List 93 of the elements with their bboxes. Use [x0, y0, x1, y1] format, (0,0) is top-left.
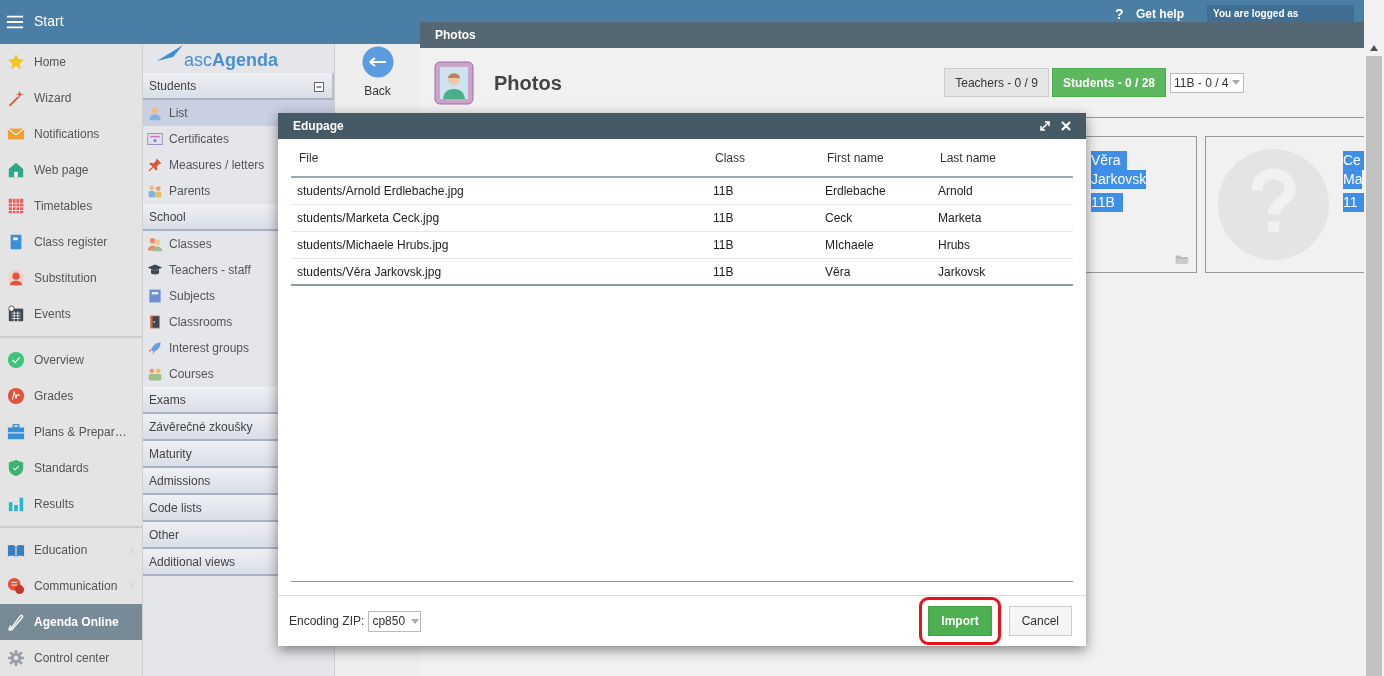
- table-cell: students/Věra Jarkovsk.jpg: [297, 264, 442, 279]
- door-icon: [147, 314, 163, 330]
- sidebar-item[interactable]: Substitution: [0, 260, 142, 296]
- bar-chart-icon: [7, 495, 25, 513]
- help-link[interactable]: Get help: [1136, 8, 1184, 20]
- sidebar-item[interactable]: Home: [0, 44, 142, 80]
- table-cell: 11B: [713, 238, 734, 252]
- nav-item[interactable]: Subjects: [143, 283, 334, 309]
- chevron-right-icon: [128, 545, 134, 555]
- people-icon: [147, 183, 163, 199]
- sidebar-item[interactable]: Results: [0, 486, 142, 522]
- encoding-label: Encoding ZIP:: [289, 613, 365, 630]
- expand-icon[interactable]: [1040, 121, 1050, 131]
- column-header: File: [299, 150, 319, 165]
- table-cell: Jarkovsk: [938, 264, 986, 279]
- table-cell: 11B: [713, 184, 734, 198]
- scroll-thumb[interactable]: [1366, 56, 1382, 676]
- caret-icon: [411, 618, 420, 624]
- table-cell: Ceck: [825, 211, 853, 225]
- sidebar-item[interactable]: Events: [0, 296, 142, 332]
- rocket-icon: [147, 340, 163, 356]
- table-cell: Věra: [825, 264, 851, 279]
- table-cell: MIchaele: [825, 238, 874, 252]
- logo: ascAgenda: [184, 51, 279, 69]
- login-panel: You are logged as: [1207, 5, 1354, 22]
- section-header[interactable]: Students: [143, 73, 334, 100]
- gear-icon: [7, 649, 25, 667]
- person-icon: [7, 269, 25, 287]
- cancel-button[interactable]: Cancel: [1008, 606, 1072, 636]
- scrollbar[interactable]: [1364, 0, 1384, 676]
- sidebar-item[interactable]: Control center: [0, 640, 142, 676]
- sidebar-item[interactable]: Grades: [0, 378, 142, 414]
- column-header: Class: [715, 150, 745, 165]
- encoding-select[interactable]: cp850: [368, 610, 422, 632]
- wand-icon: [7, 89, 25, 107]
- scroll-up-icon[interactable]: [1369, 44, 1379, 52]
- student-last-name: Jarkovsk: [1091, 170, 1147, 189]
- page-heading: Photos: [494, 70, 562, 96]
- sidebar-item[interactable]: Notifications: [0, 116, 142, 152]
- sidebar-item[interactable]: Class register: [0, 224, 142, 260]
- table-cell: Hrubs: [938, 238, 970, 252]
- table-cell: Marketa: [938, 211, 982, 225]
- nav-item[interactable]: Classrooms: [143, 309, 334, 335]
- column-header: Last name: [940, 150, 997, 165]
- table-cell: students/Michaele Hrubs.jpg: [297, 238, 449, 252]
- sidebar-item[interactable]: Overview: [0, 342, 142, 378]
- tab[interactable]: Teachers - 0 / 9: [944, 68, 1049, 97]
- chevron-right-icon: [128, 581, 134, 591]
- help-icon: ?: [1115, 7, 1124, 21]
- table-cell: Arnold: [938, 184, 973, 198]
- briefcase-icon: [7, 423, 25, 441]
- student-class: 11: [1343, 193, 1364, 212]
- sidebar-item[interactable]: Agenda Online: [0, 604, 142, 640]
- sidebar-item[interactable]: Wizard: [0, 80, 142, 116]
- student-first-name: Věra: [1091, 151, 1127, 170]
- sidebar-item[interactable]: Web page: [0, 152, 142, 188]
- book-icon: [147, 288, 163, 304]
- table-cell: Erdlebache: [825, 184, 886, 198]
- sidebar-item[interactable]: Plans & Prepar…: [0, 414, 142, 450]
- caret-icon: [1232, 80, 1241, 85]
- calendar-icon: [7, 305, 25, 323]
- check-icon: [7, 351, 25, 369]
- window-title: Photos: [420, 22, 1364, 48]
- back-button[interactable]: Back: [361, 46, 394, 100]
- sidebar-item[interactable]: Standards: [0, 450, 142, 486]
- close-icon[interactable]: [1061, 121, 1071, 131]
- certificate-icon: [147, 131, 163, 147]
- sidebar-item[interactable]: Timetables: [0, 188, 142, 224]
- portrait-frame-icon: [434, 60, 474, 105]
- class-select[interactable]: 11B - 0 / 4: [1170, 72, 1244, 93]
- pin-icon: [147, 157, 163, 173]
- nav-item[interactable]: Interest groups: [143, 335, 334, 361]
- column-header: First name: [827, 150, 884, 165]
- table-cell: 11B: [713, 211, 734, 225]
- sidebar-item[interactable]: Communication: [0, 568, 142, 604]
- grade-icon: [7, 387, 25, 405]
- people-icon: [147, 366, 163, 382]
- house-icon: [7, 161, 25, 179]
- star-icon: [7, 53, 25, 71]
- student-class: 11B: [1091, 193, 1123, 212]
- sidebar-item[interactable]: Education: [0, 532, 142, 568]
- people-icon: [147, 236, 163, 252]
- nav-item[interactable]: Courses: [143, 361, 334, 387]
- menu-button[interactable]: Start: [6, 11, 64, 32]
- shield-icon: [7, 459, 25, 477]
- student-icon: [147, 105, 163, 121]
- table-cell: 11B: [713, 264, 734, 279]
- chat-icon: [7, 577, 25, 595]
- student-first-name: Ce: [1343, 151, 1364, 170]
- grid-icon: [7, 197, 25, 215]
- collapse-icon[interactable]: [314, 82, 324, 92]
- pen-icon: [7, 613, 25, 631]
- table-cell: students/Arnold Erdlebache.jpg: [297, 184, 464, 198]
